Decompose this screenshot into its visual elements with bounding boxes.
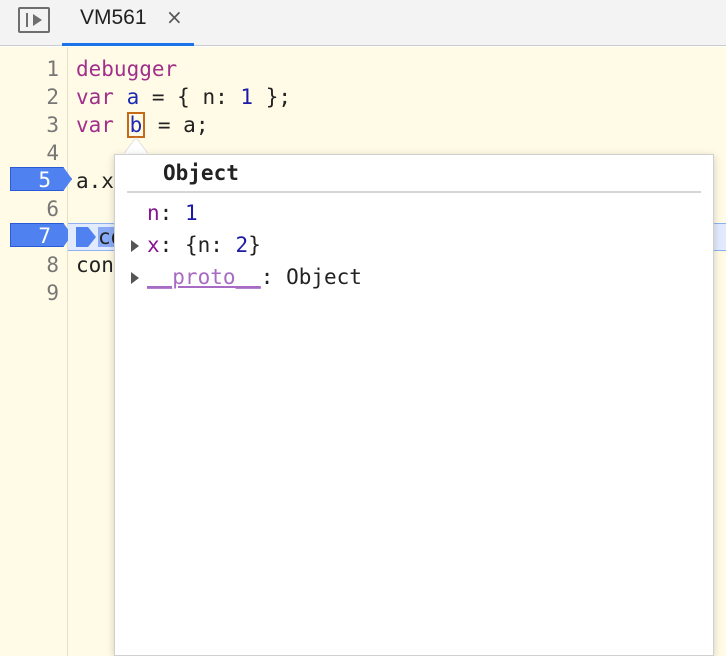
popover-title: Object (163, 161, 239, 185)
expand-triangle-icon[interactable] (131, 272, 139, 284)
property-separator: : (159, 233, 185, 257)
property-value: 1 (184, 201, 198, 225)
property-separator: : (260, 265, 287, 289)
keyword: var (76, 85, 114, 109)
property-separator: : (159, 201, 185, 225)
number-literal: 1 (240, 85, 254, 109)
property-key: n (147, 201, 160, 225)
code-line: debugger (76, 57, 178, 81)
popover-divider (127, 191, 701, 193)
property-value-prefix: {n: (184, 233, 236, 257)
property-key: __proto__ (147, 265, 261, 289)
breakpoint-marker[interactable]: 7 (10, 223, 72, 247)
expand-triangle-icon[interactable] (131, 240, 139, 252)
editor-tabbar: VM561 × (0, 0, 726, 46)
code-line: con (76, 253, 114, 277)
breakpoint-marker[interactable]: 5 (10, 167, 72, 191)
popover-caret (124, 138, 148, 154)
code-line: a.x (76, 169, 114, 193)
property-value: Object (286, 265, 362, 289)
line-gutter[interactable]: 1 2 3 4 5 6 7 8 9 (0, 47, 72, 656)
code-text: = { n: (139, 85, 241, 109)
object-property[interactable]: __proto__: Object (131, 263, 362, 291)
breakpoint-line-number: 5 (38, 168, 51, 192)
code-text: = a; (145, 113, 209, 137)
tab-label: VM561 (80, 6, 147, 29)
line-number[interactable]: 9 (9, 279, 59, 307)
code-line: var b = a; (76, 111, 208, 139)
line-number[interactable]: 8 (9, 251, 59, 279)
property-value-number: 2 (235, 233, 249, 257)
property-value-suffix: } (248, 233, 261, 257)
line-number[interactable]: 6 (9, 195, 59, 223)
tab-vm561[interactable]: VM561 × (62, 0, 194, 46)
line-number[interactable]: 3 (9, 111, 59, 139)
object-preview-popover[interactable]: Object n: 1 x: {n: 2} __proto__: Object (114, 154, 714, 656)
code-text: }; (253, 85, 291, 109)
hovered-variable[interactable]: b (126, 112, 146, 138)
line-number[interactable]: 2 (9, 83, 59, 111)
breakpoint-line-number: 7 (38, 224, 51, 248)
navigator-toggle-icon[interactable] (18, 7, 50, 33)
line-number[interactable]: 1 (9, 55, 59, 83)
variable[interactable]: a (127, 85, 140, 109)
keyword: var (76, 113, 114, 137)
navigator-toggle-bar (26, 13, 28, 27)
close-icon[interactable]: × (166, 5, 183, 29)
object-property[interactable]: n: 1 (131, 199, 198, 227)
line-number[interactable]: 4 (9, 139, 59, 167)
navigator-toggle-triangle (33, 14, 42, 26)
code-line: var a = { n: 1 }; (76, 83, 291, 111)
object-property[interactable]: x: {n: 2} (131, 231, 261, 259)
property-key: x (147, 233, 160, 257)
